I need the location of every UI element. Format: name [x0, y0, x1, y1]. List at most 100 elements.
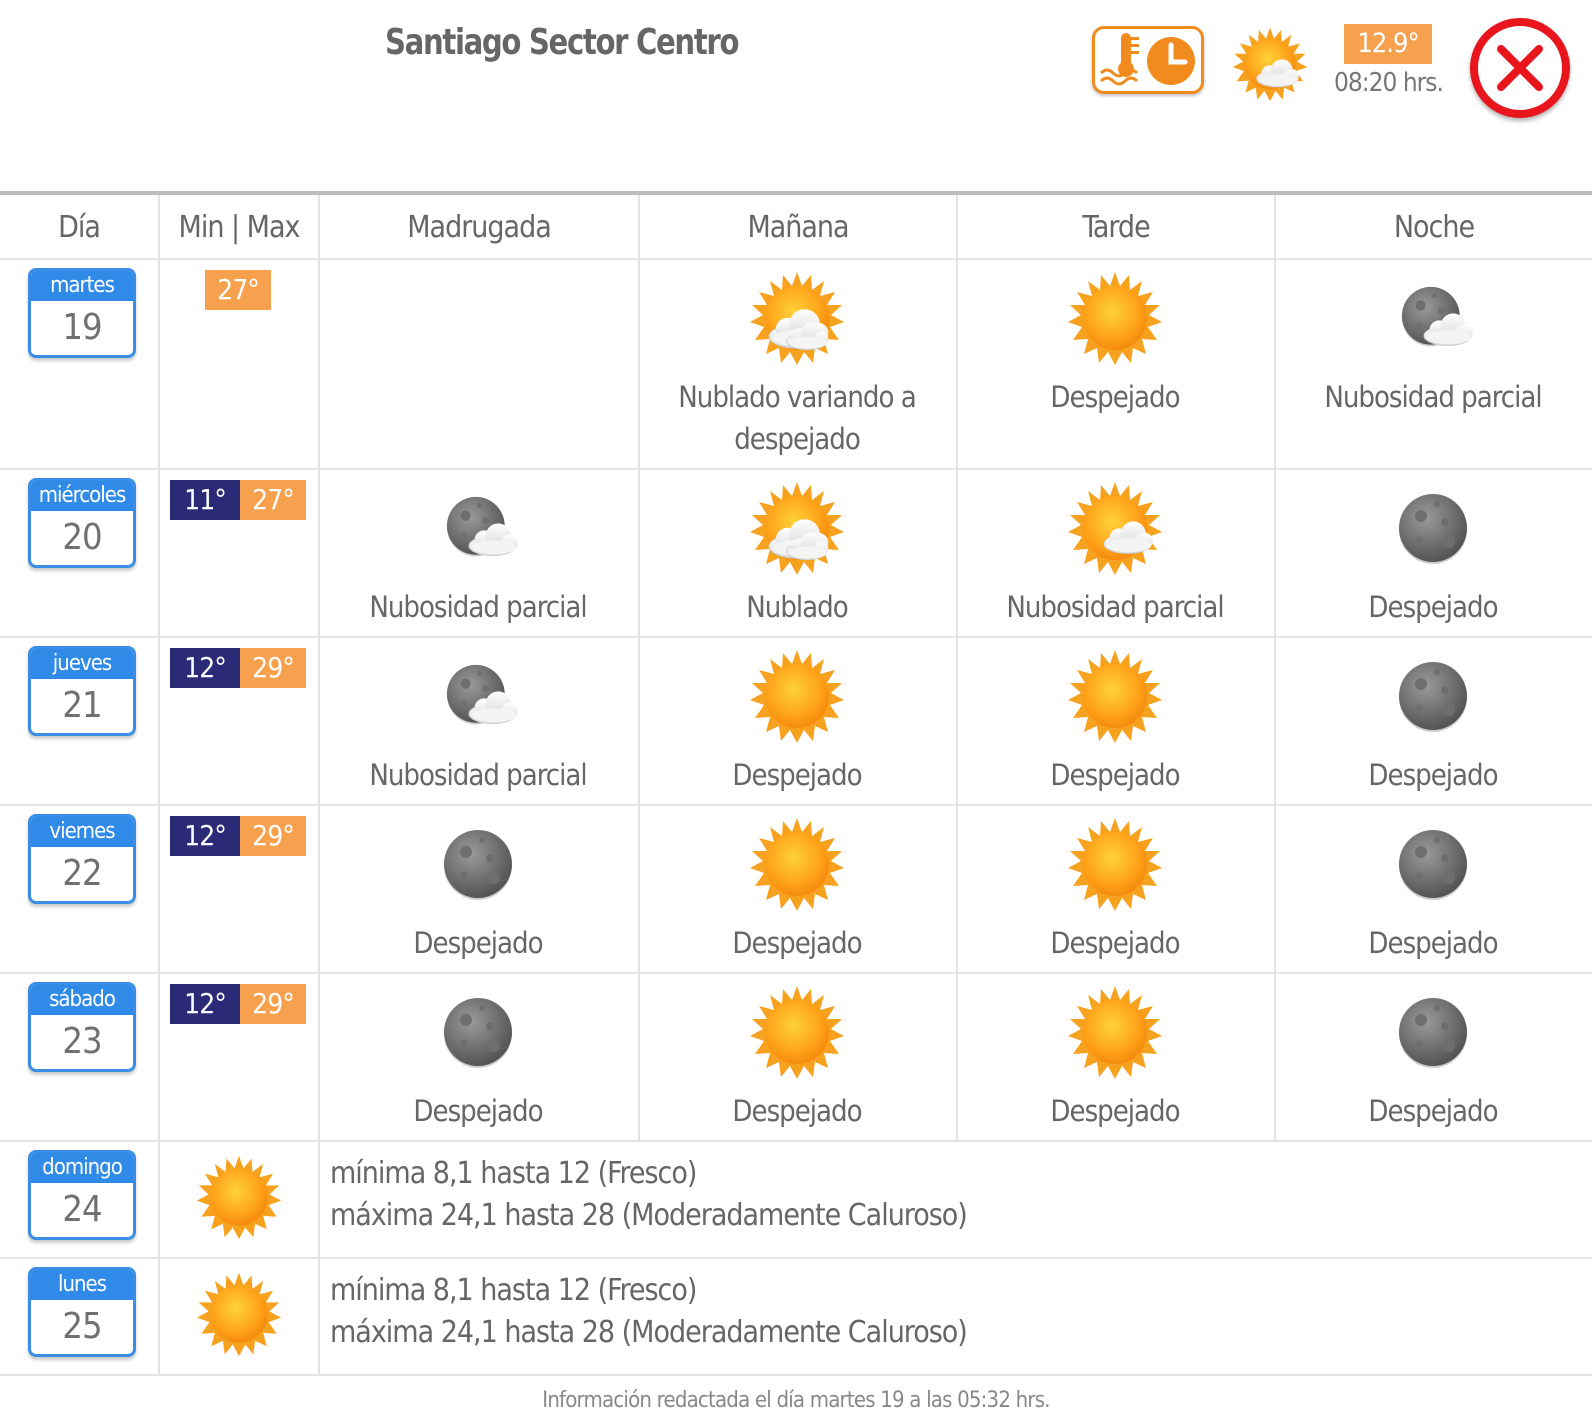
max-temp: 27°: [240, 480, 306, 520]
row-divider: [0, 468, 1592, 470]
condition-label: Despejado: [1368, 758, 1498, 792]
condition-label: Despejado: [1050, 380, 1180, 414]
row-divider: [0, 1374, 1592, 1376]
sun-icon: [749, 648, 845, 744]
condition-label: Despejado: [1368, 590, 1498, 624]
condition-label: Despejado: [732, 1094, 862, 1128]
day-number: 21: [62, 685, 102, 726]
condition-label: Despejado: [1050, 1094, 1180, 1128]
day-number: 19: [62, 307, 102, 348]
close-icon: [1497, 45, 1543, 91]
condition-label: Despejado: [732, 926, 862, 960]
extended-max-text: máxima 24,1 hasta 28 (Moderadamente Calu…: [330, 1315, 968, 1350]
row-divider: [0, 636, 1592, 638]
row-divider: [0, 1140, 1592, 1142]
calendar-badge: jueves 21: [28, 646, 136, 736]
condition-label: Despejado: [1368, 1094, 1498, 1128]
col-divider: [318, 195, 320, 1376]
condition-label: Despejado: [413, 1094, 543, 1128]
calendar-badge: sábado 23: [28, 982, 136, 1072]
moon-cloud-icon: [430, 480, 526, 576]
row-divider: [0, 258, 1592, 260]
row-divider: [0, 804, 1592, 806]
col-header-minmax: Min | Max: [178, 210, 301, 245]
sun-icon: [1067, 648, 1163, 744]
col-header-madrugada: Madrugada: [407, 210, 552, 245]
sun-icon: [749, 816, 845, 912]
min-temp: 12°: [170, 816, 240, 856]
moon-icon: [1385, 984, 1481, 1080]
day-number: 25: [62, 1306, 102, 1347]
sun-icon: [196, 1271, 282, 1357]
sun-cloud-icon: [1067, 480, 1163, 576]
cloudy-sun-icon: [749, 480, 845, 576]
col-divider: [158, 195, 160, 1376]
history-button[interactable]: [1092, 26, 1204, 94]
header: Santiago Sector Centro 12.9° 08:20 hrs.: [0, 0, 1592, 192]
col-header-day: Día: [58, 210, 101, 245]
col-divider: [638, 195, 640, 1142]
col-divider: [1274, 195, 1276, 1142]
row-divider: [0, 1257, 1592, 1259]
current-weather-icon: [1232, 26, 1308, 102]
condition-label: Despejado: [1050, 758, 1180, 792]
moon-icon: [1385, 816, 1481, 912]
day-name: sábado: [31, 985, 133, 1015]
day-number: 24: [62, 1189, 102, 1230]
current-time: 08:20 hrs.: [1334, 68, 1444, 98]
location-title: Santiago Sector Centro: [385, 22, 739, 63]
max-temp: 29°: [240, 648, 306, 688]
sun-icon: [1067, 270, 1163, 366]
header-divider: [0, 191, 1592, 195]
condition-label: Nubosidad parcial: [1006, 590, 1224, 624]
condition-label: Despejado: [413, 926, 543, 960]
calendar-badge: lunes 25: [28, 1267, 136, 1357]
sun-icon: [1067, 984, 1163, 1080]
moon-icon: [430, 984, 526, 1080]
sun-icon: [749, 984, 845, 1080]
moon-icon: [1385, 648, 1481, 744]
day-name: miércoles: [31, 481, 133, 511]
col-header-tarde: Tarde: [1082, 210, 1150, 245]
moon-cloud-icon: [1385, 270, 1481, 366]
condition-label: Nublado variando a despejado: [678, 380, 916, 456]
condition-label: Nublado: [746, 590, 848, 624]
extended-min-text: mínima 8,1 hasta 12 (Fresco): [330, 1156, 697, 1191]
thermometer-clock-icon: [1099, 33, 1195, 86]
calendar-badge: viernes 22: [28, 814, 136, 904]
day-name: jueves: [31, 649, 133, 679]
min-temp: 11°: [170, 480, 240, 520]
moon-cloud-icon: [430, 648, 526, 744]
sun-icon: [1067, 816, 1163, 912]
extended-min-text: mínima 8,1 hasta 12 (Fresco): [330, 1273, 697, 1308]
day-name: lunes: [31, 1270, 133, 1300]
sun-icon: [196, 1154, 282, 1240]
condition-label: Despejado: [1050, 926, 1180, 960]
extended-max-text: máxima 24,1 hasta 28 (Moderadamente Calu…: [330, 1198, 968, 1233]
day-number: 23: [62, 1021, 102, 1062]
day-name: viernes: [31, 817, 133, 847]
cloudy-sun-icon: [749, 270, 845, 366]
condition-label: Despejado: [732, 758, 862, 792]
condition-label: Despejado: [1368, 926, 1498, 960]
current-temperature: 12.9°: [1344, 24, 1432, 64]
day-name: martes: [31, 271, 133, 301]
condition-label: Nubosidad parcial: [1324, 380, 1542, 414]
max-temp: 29°: [240, 816, 306, 856]
calendar-badge: domingo 24: [28, 1150, 136, 1240]
day-number: 20: [62, 517, 102, 558]
day-name: domingo: [31, 1153, 133, 1183]
row-divider: [0, 972, 1592, 974]
max-temp: 27°: [205, 270, 271, 310]
min-temp: 12°: [170, 648, 240, 688]
condition-label: Nubosidad parcial: [369, 758, 587, 792]
col-header-manana: Mañana: [747, 210, 849, 245]
footer-note: Información redactada el día martes 19 a…: [542, 1388, 1050, 1413]
calendar-badge: martes 19: [28, 268, 136, 358]
moon-icon: [430, 816, 526, 912]
condition-label: Nubosidad parcial: [369, 590, 587, 624]
col-header-noche: Noche: [1393, 210, 1475, 245]
close-button[interactable]: [1470, 18, 1570, 118]
moon-icon: [1385, 480, 1481, 576]
col-divider: [956, 195, 958, 1142]
